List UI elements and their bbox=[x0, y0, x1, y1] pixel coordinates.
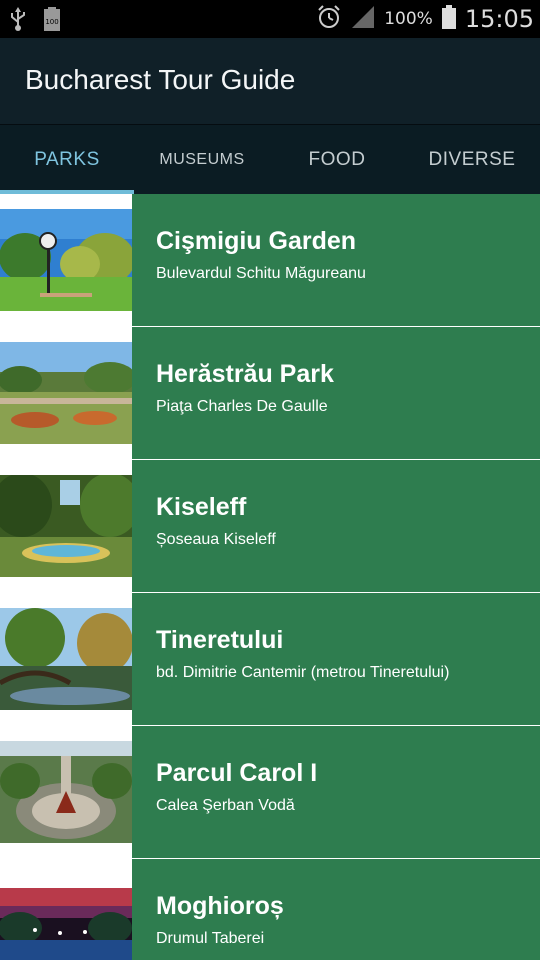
place-address: Drumul Taberei bbox=[156, 930, 265, 947]
places-list[interactable]: Cişmigiu Garden Bulevardul Schitu Măgure… bbox=[0, 194, 540, 960]
place-thumbnail bbox=[0, 859, 132, 960]
list-item[interactable]: Parcul Carol I Calea Şerban Vodă bbox=[0, 726, 540, 858]
place-thumbnail bbox=[0, 593, 132, 725]
battery-percent: 100% bbox=[384, 9, 433, 29]
place-address: Bulevardul Schitu Măgureanu bbox=[156, 265, 366, 282]
tab-bar: PARKS MUSEUMS FOOD DIVERSE bbox=[0, 125, 540, 194]
place-name: Herăstrău Park bbox=[156, 360, 334, 388]
list-item[interactable]: Kiseleff Șoseaua Kiseleff bbox=[0, 460, 540, 592]
place-info[interactable]: Kiseleff Șoseaua Kiseleff bbox=[132, 460, 540, 592]
action-bar: Bucharest Tour Guide bbox=[0, 38, 540, 125]
battery-icon bbox=[441, 4, 457, 35]
place-name: Kiseleff bbox=[156, 493, 247, 521]
tab-food[interactable]: FOOD bbox=[270, 125, 404, 194]
place-name: Moghioroș bbox=[156, 892, 284, 920]
place-name: Tineretului bbox=[156, 626, 284, 654]
svg-text:100: 100 bbox=[45, 18, 58, 26]
place-info[interactable]: Herăstrău Park Piaţa Charles De Gaulle bbox=[132, 327, 540, 459]
app-title: Bucharest Tour Guide bbox=[25, 64, 296, 95]
place-address: Piaţa Charles De Gaulle bbox=[156, 398, 328, 415]
place-info[interactable]: Moghioroș Drumul Taberei bbox=[132, 859, 540, 960]
tab-museums[interactable]: MUSEUMS bbox=[134, 125, 270, 194]
list-item[interactable]: Tineretului bd. Dimitrie Cantemir (metro… bbox=[0, 593, 540, 725]
place-info[interactable]: Tineretului bd. Dimitrie Cantemir (metro… bbox=[132, 593, 540, 725]
place-thumbnail bbox=[0, 194, 132, 326]
place-name: Parcul Carol I bbox=[156, 759, 318, 787]
place-thumbnail bbox=[0, 726, 132, 858]
place-info[interactable]: Parcul Carol I Calea Şerban Vodă bbox=[132, 726, 540, 858]
tab-diverse[interactable]: DIVERSE bbox=[404, 125, 540, 194]
place-info[interactable]: Cişmigiu Garden Bulevardul Schitu Măgure… bbox=[132, 194, 540, 326]
status-bar: 100 100% 15:05 bbox=[0, 0, 540, 38]
place-address: Calea Şerban Vodă bbox=[156, 797, 295, 814]
list-item[interactable]: Cişmigiu Garden Bulevardul Schitu Măgure… bbox=[0, 194, 540, 326]
usb-icon bbox=[8, 6, 28, 37]
list-item[interactable]: Moghioroș Drumul Taberei bbox=[0, 859, 540, 960]
clock: 15:05 bbox=[464, 5, 534, 33]
battery-full-notification-icon: 100 bbox=[42, 6, 62, 37]
place-address: Șoseaua Kiseleff bbox=[156, 531, 276, 548]
place-name: Cişmigiu Garden bbox=[156, 227, 357, 255]
alarm-icon bbox=[316, 4, 342, 35]
place-thumbnail bbox=[0, 460, 132, 592]
list-item[interactable]: Herăstrău Park Piaţa Charles De Gaulle bbox=[0, 327, 540, 459]
tab-parks[interactable]: PARKS bbox=[0, 125, 134, 194]
place-thumbnail bbox=[0, 327, 132, 459]
signal-icon bbox=[350, 4, 376, 35]
place-address: bd. Dimitrie Cantemir (metrou Tineretulu… bbox=[156, 664, 450, 681]
